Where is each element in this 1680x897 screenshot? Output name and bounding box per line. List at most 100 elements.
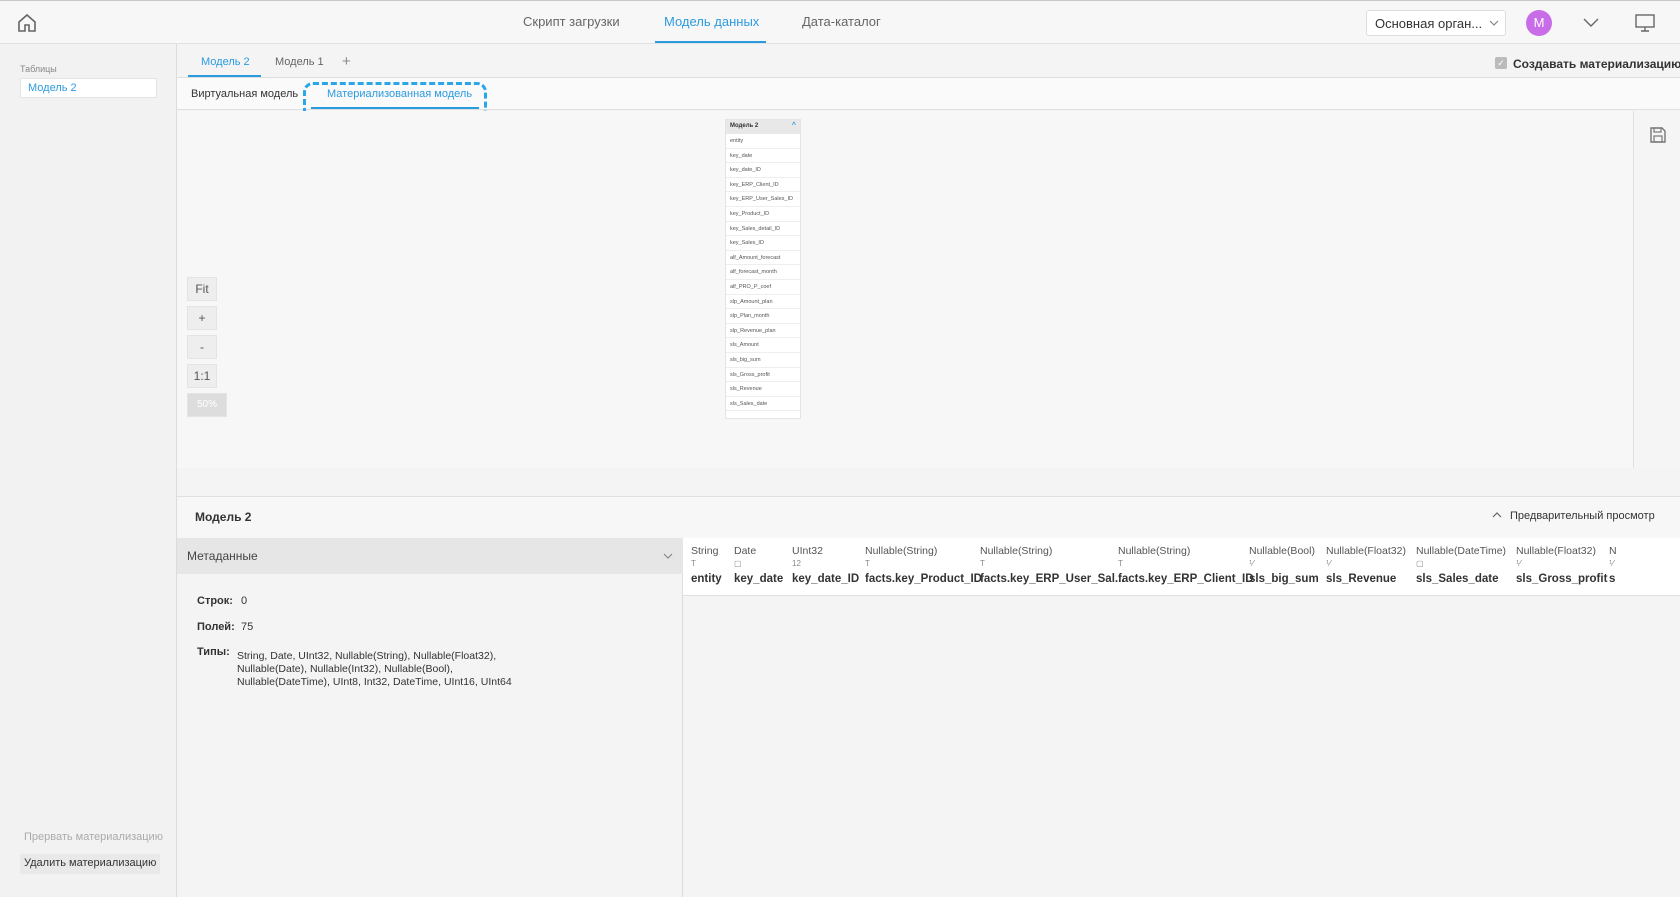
table-field-row[interactable]: slp_Revenue_plan	[726, 324, 800, 339]
column-type: Nullable(String)	[980, 545, 1053, 557]
column-type: String	[691, 545, 719, 557]
table-field-row[interactable]: slp_Plan_month	[726, 309, 800, 324]
organization-select[interactable]: Основная орган...	[1366, 10, 1506, 36]
table-field-row[interactable]: sls_Gross_profit	[726, 368, 800, 383]
column-type: Date	[734, 545, 757, 557]
chevron-down-icon	[1489, 20, 1499, 26]
column-type-icon: T	[1118, 559, 1123, 568]
create-materialization-label[interactable]: Создавать материализацию	[1513, 57, 1680, 71]
table-field-row[interactable]: sls_Amount	[726, 338, 800, 353]
save-icon[interactable]	[1649, 126, 1667, 144]
grid-column-header[interactable]: Nullable(String) Tfacts.key_ERP_Client_ID	[1118, 538, 1254, 596]
column-name: sls_Revenue	[1326, 573, 1397, 585]
table-field-row[interactable]: key_ERP_Client_ID	[726, 178, 800, 193]
table-field-row[interactable]: key_Sales_ID	[726, 236, 800, 251]
zoom-fit-button[interactable]: Fit	[187, 277, 217, 301]
column-name: sls_Gross_profit	[1516, 573, 1608, 585]
table-field-row[interactable]: key_Product_ID	[726, 207, 800, 222]
chevron-down-icon	[663, 553, 673, 559]
fields-value: 75	[241, 621, 254, 633]
column-type-icon: 12	[792, 559, 801, 568]
rows-value: 0	[241, 595, 248, 607]
nav-active-indicator	[655, 41, 766, 43]
table-field-row[interactable]: key_date_ID	[726, 163, 800, 178]
model-canvas[interactable]: Fit + - 1:1 50% Модель 2 ^ entity key_dat…	[177, 111, 1633, 468]
column-type-icon: T	[865, 559, 870, 568]
rows-label: Строк:	[197, 595, 233, 607]
sidebar-item-model-2[interactable]: Модель 2	[20, 78, 157, 98]
tab-virtual-model[interactable]: Виртуальная модель	[191, 88, 298, 100]
table-field-row[interactable]: sls_Sales_date	[726, 397, 800, 412]
column-name: sls_Sales_date	[1416, 573, 1499, 585]
tab-model-2[interactable]: Модель 2	[201, 56, 250, 68]
grid-column-header[interactable]: String Tentity	[691, 538, 722, 596]
table-field-row[interactable]: slp_Amount_plan	[726, 295, 800, 310]
types-label: Типы:	[197, 646, 230, 658]
grid-header: String Tentity Date ▢ key_date UInt32 12 key_da…	[683, 538, 1680, 596]
preview-toggle[interactable]: Предварительный просмотр	[1492, 510, 1655, 522]
table-field-row[interactable]: key_Sales_detail_ID	[726, 222, 800, 237]
grid-column-header[interactable]: Nullable(String) Tfacts.key_ERP_User_Sal.…	[980, 538, 1124, 596]
model-tab-indicator	[188, 75, 261, 77]
nav-item-data-catalog[interactable]: Дата-каталог	[802, 14, 881, 29]
column-type-icon: ⅟	[1249, 559, 1254, 568]
table-field-row[interactable]: sls_big_sum	[726, 353, 800, 368]
interrupt-materialization-button[interactable]: Прервать материализацию	[20, 828, 167, 848]
grid-column-header[interactable]: Date ▢ key_date	[734, 538, 783, 596]
table-field-row[interactable]: key_ERP_User_Sales_ID	[726, 192, 800, 207]
table-field-row[interactable]: alf_Amount_forecast	[726, 251, 800, 266]
monitor-icon[interactable]	[1635, 14, 1655, 32]
metadata-panel: Метаданные Строк: 0 Полей: 75 Типы: String…	[177, 538, 683, 897]
preview-grid: String Tentity Date ▢ key_date UInt32 12 key_da…	[683, 538, 1680, 897]
column-type: Nullable(Float32)	[1516, 545, 1596, 557]
bottom-panel-title: Модель 2	[195, 510, 252, 524]
grid-column-header[interactable]: UInt32 12 key_date_ID	[792, 538, 859, 596]
grid-column-header[interactable]: N ⅟ s	[1609, 538, 1617, 596]
nav-item-data-model[interactable]: Модель данных	[664, 14, 759, 29]
zoom-out-button[interactable]: -	[187, 335, 217, 359]
column-name: key_date_ID	[792, 573, 860, 585]
column-name: sls_big_sum	[1249, 573, 1319, 585]
table-field-row[interactable]: alf_PRO_P_coef	[726, 280, 800, 295]
grid-column-header[interactable]: Nullable(Bool) ⅟ sls_big_sum	[1249, 538, 1319, 596]
column-type: UInt32	[792, 545, 823, 557]
zoom-in-button[interactable]: +	[187, 306, 217, 330]
top-bar: Скрипт загрузки Модель данных Дата-катал…	[0, 0, 1680, 44]
nav-item-load-script[interactable]: Скрипт загрузки	[523, 14, 620, 29]
model-tabs: Модель 2 Модель 1 + ✓ Создавать материал…	[177, 44, 1680, 78]
collapse-icon[interactable]: ^	[792, 122, 796, 129]
table-field-row[interactable]: sls_Revenue	[726, 382, 800, 397]
table-card-header: Модель 2 ^	[726, 120, 800, 134]
delete-materialization-button[interactable]: Удалить материализацию	[20, 854, 161, 874]
model-table-card[interactable]: Модель 2 ^ entity key_date key_date_ID key_…	[725, 119, 801, 419]
bottom-panel: Модель 2 Предварительный просмотр Метада…	[177, 496, 1680, 897]
add-model-button[interactable]: +	[342, 53, 351, 70]
bottom-panel-header: Модель 2 Предварительный просмотр	[177, 496, 1680, 538]
metadata-header[interactable]: Метаданные	[177, 538, 683, 574]
column-type-icon: T	[691, 559, 696, 568]
grid-column-header[interactable]: Nullable(Float32) ⅟ sls_Gross_profit	[1516, 538, 1607, 596]
sidebar: Таблицы Модель 2 Прервать материализацию…	[0, 44, 177, 897]
table-field-row[interactable]: alf_forecast_month	[726, 265, 800, 280]
grid-column-header[interactable]: Nullable(String) Tfacts.key_Product_ID	[865, 538, 982, 596]
main-area: Модель 2 Модель 1 + ✓ Создавать материал…	[177, 44, 1680, 897]
column-type: Nullable(String)	[1118, 545, 1191, 557]
column-type: Nullable(String)	[865, 545, 938, 557]
zoom-reset-button[interactable]: 1:1	[187, 364, 217, 388]
chevron-up-icon	[1492, 512, 1502, 518]
zoom-level: 50%	[187, 393, 227, 417]
table-field-row[interactable]: entity	[726, 134, 800, 149]
column-type-icon: ▢	[734, 559, 742, 568]
column-name: facts.key_ERP_User_Sal...	[980, 573, 1125, 585]
table-field-row[interactable]: key_date	[726, 149, 800, 164]
column-name: key_date	[734, 573, 784, 585]
home-icon[interactable]	[16, 13, 38, 33]
grid-column-header[interactable]: Nullable(DateTime) ▢ sls_Sales_date	[1416, 538, 1506, 596]
avatar[interactable]: M	[1526, 10, 1552, 36]
types-row: Типы:	[197, 646, 241, 658]
user-menu-chevron-icon[interactable]	[1582, 15, 1600, 29]
column-type-icon: ▢	[1416, 559, 1424, 568]
tab-model-1[interactable]: Модель 1	[275, 56, 324, 68]
grid-column-header[interactable]: Nullable(Float32) ⅟ sls_Revenue	[1326, 538, 1406, 596]
create-materialization-checkbox[interactable]: ✓	[1495, 57, 1507, 69]
